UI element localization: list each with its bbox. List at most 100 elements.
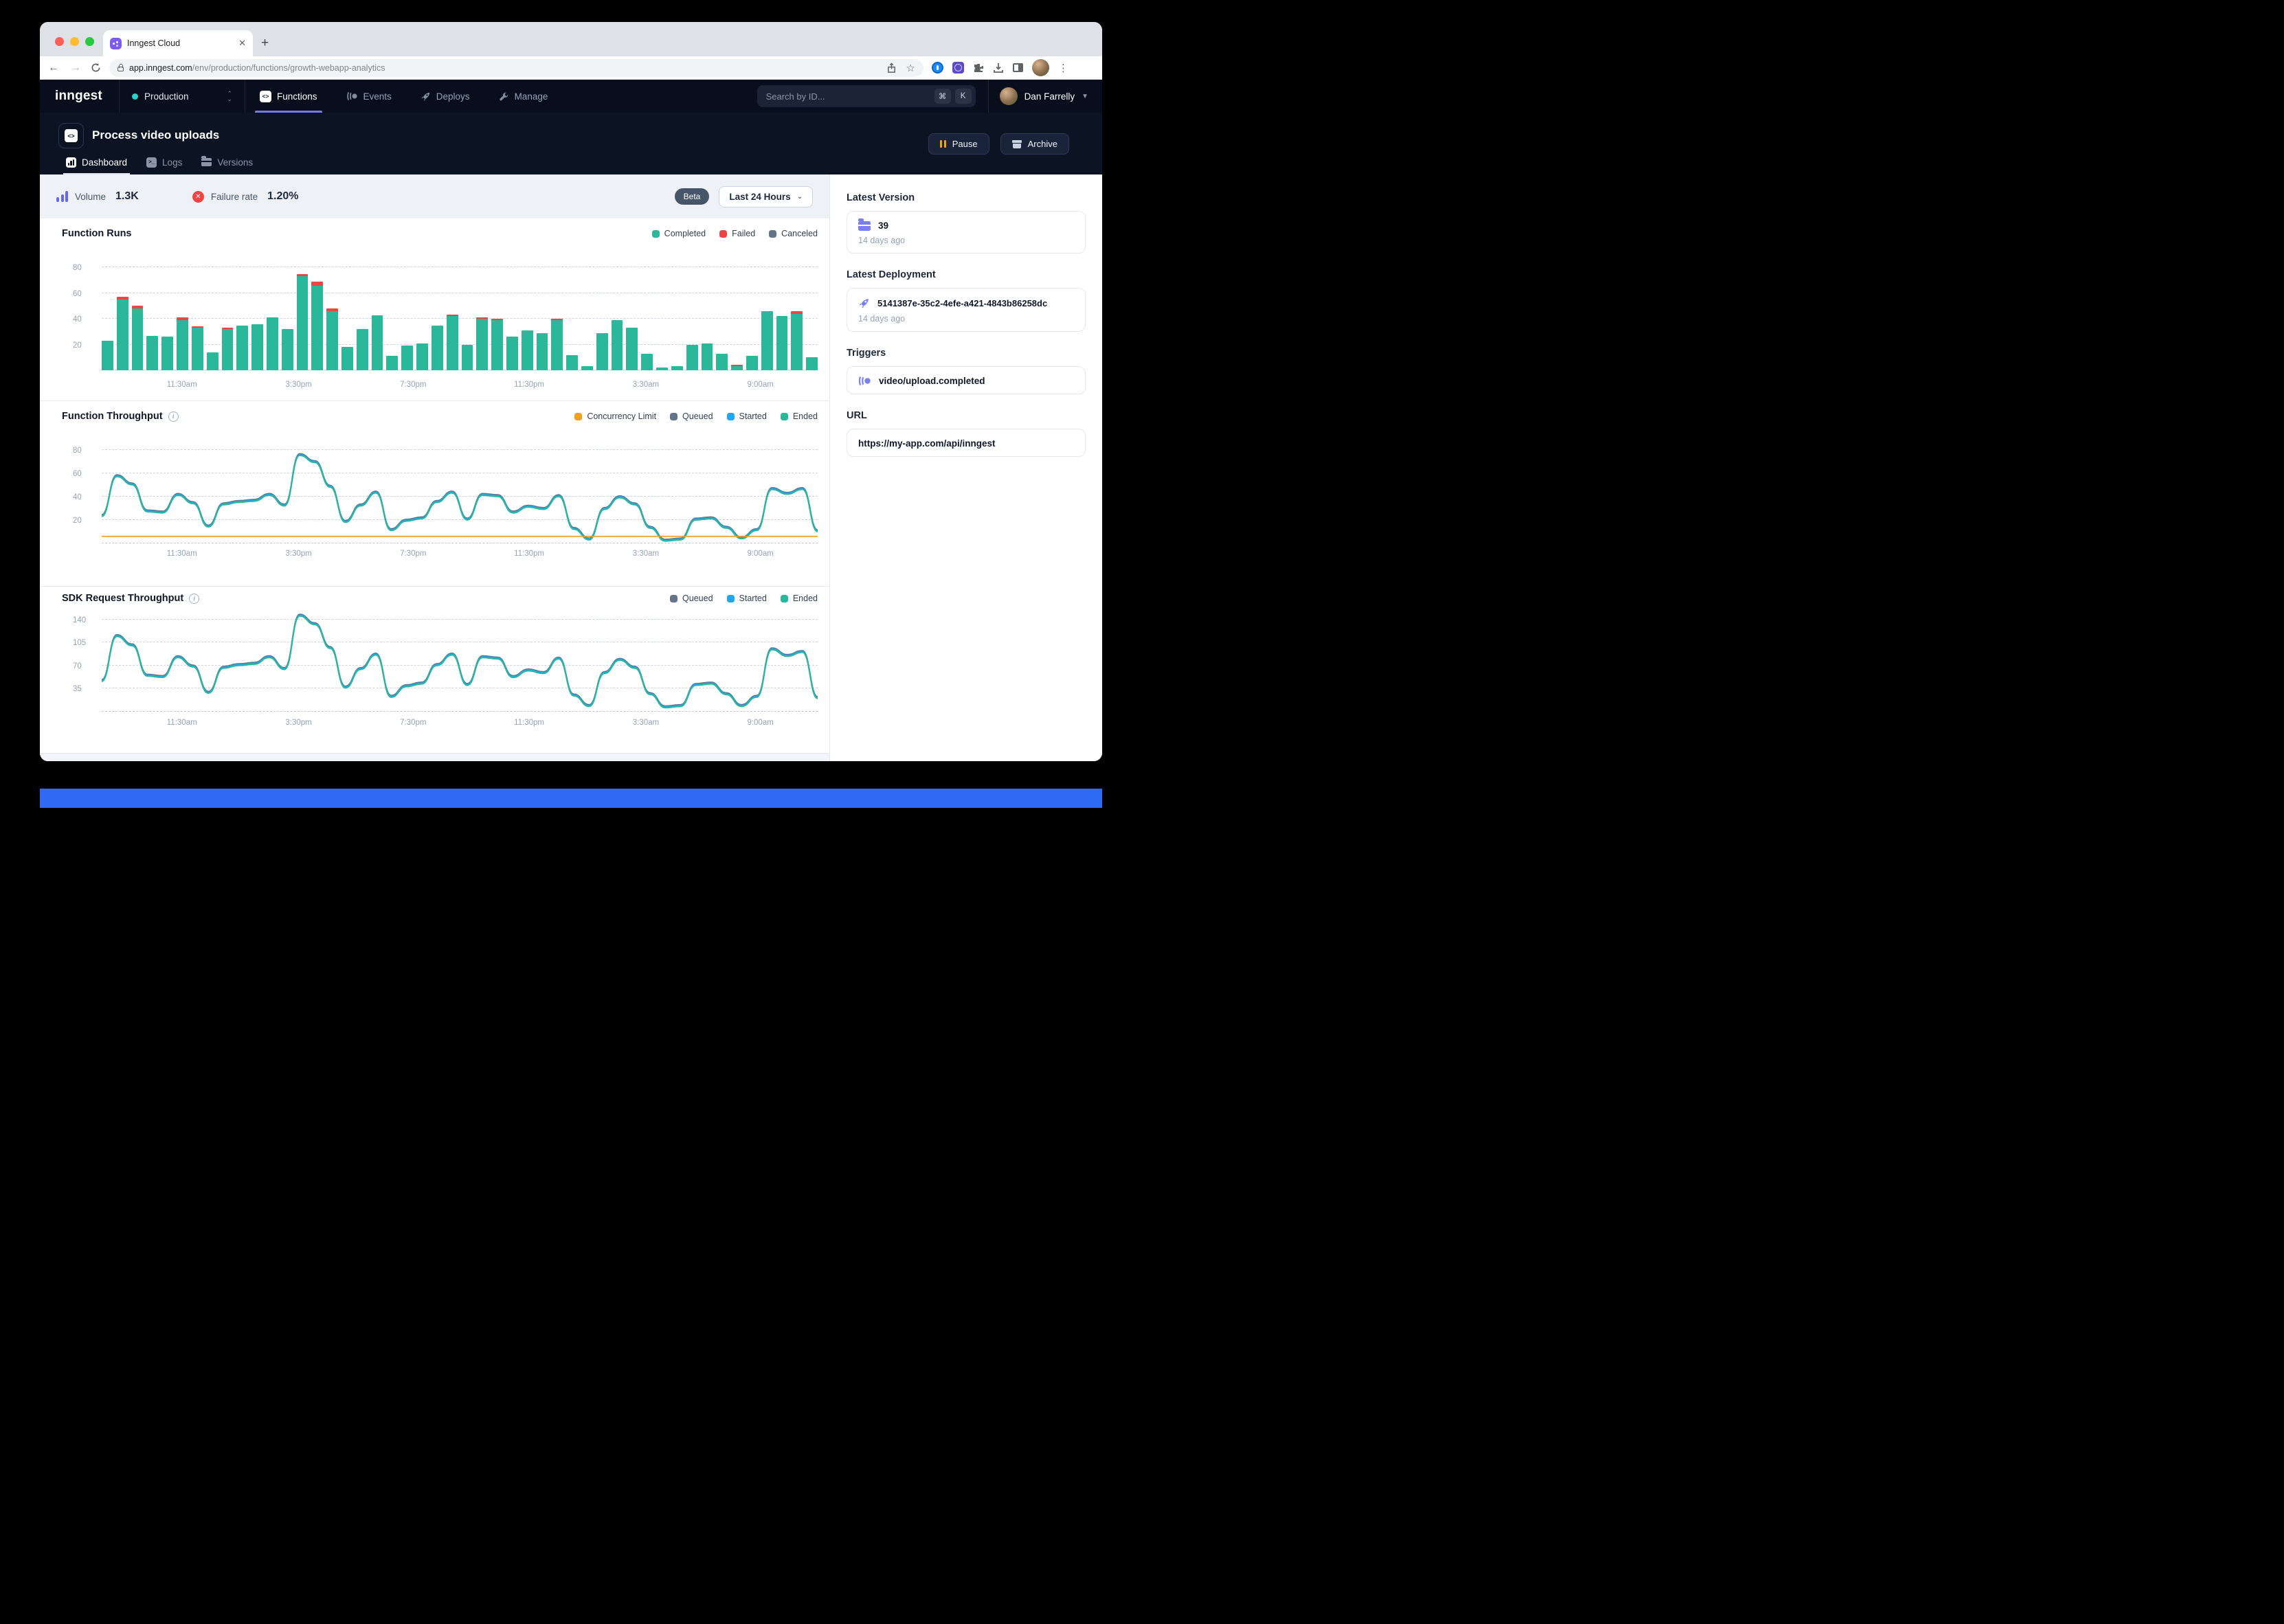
app-url[interactable]: https://my-app.com/api/inngest <box>858 438 996 449</box>
purple-extension-icon[interactable] <box>952 62 964 74</box>
nav-tabs: <> Functions Events Deploys <box>245 80 562 113</box>
run-bar <box>251 324 263 370</box>
x-axis-tick: 7:30pm <box>400 381 426 389</box>
tab-logs[interactable]: >_ Logs <box>137 150 192 174</box>
run-bar <box>476 317 488 370</box>
reload-icon[interactable] <box>91 63 101 73</box>
chart-title: Function Throughput i <box>62 411 179 422</box>
y-axis-tick: 80 <box>73 447 93 455</box>
x-axis-tick: 3:30pm <box>285 719 311 727</box>
puzzle-extensions-icon[interactable] <box>973 63 984 74</box>
details-sidebar: Latest Version 39 14 days ago Latest Dep… <box>829 174 1102 761</box>
x-axis-tick: 3:30am <box>633 719 659 727</box>
nav-item-functions[interactable]: <> Functions <box>245 80 332 113</box>
zoom-window-button[interactable] <box>85 37 94 46</box>
versions-folder-icon <box>201 158 212 166</box>
series-line <box>102 455 818 541</box>
info-icon[interactable]: i <box>168 411 179 422</box>
pause-button[interactable]: Pause <box>928 133 989 155</box>
side-panel-icon[interactable] <box>1013 63 1023 72</box>
forward-icon[interactable]: → <box>69 62 82 74</box>
sdk-request-throughput-card: SDK Request Throughput i QueuedStartedEn… <box>40 586 829 753</box>
share-icon[interactable] <box>886 63 897 74</box>
legend-item[interactable]: Completed <box>652 229 706 238</box>
legend-item[interactable]: Started <box>727 594 767 603</box>
x-axis-tick: 9:00am <box>747 381 773 389</box>
password-manager-icon[interactable] <box>932 62 943 74</box>
x-axis-tick: 11:30pm <box>514 381 544 389</box>
event-trigger-icon <box>858 376 871 386</box>
nav-item-deploys[interactable]: Deploys <box>406 80 484 113</box>
run-bar <box>146 336 158 371</box>
run-bar <box>776 316 788 370</box>
archive-button[interactable]: Archive <box>1000 133 1069 155</box>
run-bar <box>581 366 593 370</box>
tab-close-icon[interactable]: ✕ <box>238 38 246 49</box>
series-line <box>102 616 818 708</box>
legend-item[interactable]: Ended <box>781 594 818 603</box>
bookmark-star-icon[interactable]: ☆ <box>906 62 915 74</box>
user-menu[interactable]: Dan Farrelly ▼ <box>1000 87 1102 105</box>
x-axis-tick: 11:30am <box>167 550 197 558</box>
run-bar <box>282 329 293 370</box>
tab-versions[interactable]: Versions <box>192 150 262 174</box>
y-axis-tick: 105 <box>73 639 93 647</box>
back-icon[interactable]: ← <box>47 62 60 74</box>
browser-menu-icon[interactable]: ⋮ <box>1058 62 1068 74</box>
close-window-button[interactable] <box>55 37 64 46</box>
address-bar[interactable]: app.inngest.com/env/production/functions… <box>109 59 923 77</box>
background-accent-bar <box>40 789 1102 808</box>
legend-item[interactable]: Failed <box>719 229 755 238</box>
info-icon[interactable]: i <box>189 594 199 604</box>
x-axis-tick: 3:30pm <box>285 550 311 558</box>
trigger-event-name[interactable]: video/upload.completed <box>879 376 985 386</box>
deployment-id[interactable]: 5141387e-35c2-4efe-a421-4843b86258dc <box>877 298 1047 308</box>
stats-bar: Volume 1.3K ✕ Failure rate 1.20% Beta La… <box>40 174 829 218</box>
minimize-window-button[interactable] <box>70 37 79 46</box>
desktop-background: Inngest Cloud ✕ + ← → app.inngest.com/en… <box>0 0 1142 812</box>
legend-swatch <box>781 595 788 602</box>
function-header: <> Process video uploads Dashboard >_ Lo… <box>40 113 1102 174</box>
chart-legend: Completed Failed Canceled <box>652 229 818 238</box>
legend-item[interactable]: Queued <box>670 411 713 421</box>
function-throughput-card: Function Throughput i Concurrency Limit Q… <box>40 401 829 586</box>
inngest-logo[interactable]: inngest <box>40 89 119 104</box>
run-bar <box>326 308 338 370</box>
x-axis-labels: 11:30am3:30pm7:30pm11:30pm3:30am9:00am <box>102 381 818 392</box>
nav-item-manage[interactable]: Manage <box>484 80 563 113</box>
tab-dashboard[interactable]: Dashboard <box>56 150 137 174</box>
url-card: https://my-app.com/api/inngest <box>847 429 1086 457</box>
legend-swatch <box>727 595 735 602</box>
run-bar <box>462 345 473 370</box>
new-tab-button[interactable]: + <box>261 36 269 51</box>
legend-item[interactable]: Canceled <box>769 229 818 238</box>
legend-item[interactable]: Started <box>727 411 767 421</box>
legend-item[interactable]: Queued <box>670 594 713 603</box>
latest-version-card: 39 14 days ago <box>847 211 1086 253</box>
y-axis-tick: 40 <box>73 493 93 501</box>
app-navbar: inngest Production ⌃⌄ <> Functions <box>40 80 1102 113</box>
run-bar <box>447 315 458 370</box>
time-range-select[interactable]: Last 24 Hours ⌄ <box>719 186 813 207</box>
line-chart-plot: 3570105140 <box>102 613 818 712</box>
run-bar <box>537 333 548 370</box>
events-icon <box>346 91 358 101</box>
chevron-down-icon: ▼ <box>1082 93 1088 100</box>
run-bar <box>791 311 803 370</box>
run-bar <box>491 319 503 370</box>
run-bar <box>357 329 368 370</box>
beta-badge: Beta <box>675 188 710 205</box>
download-icon[interactable] <box>993 63 1004 74</box>
x-axis-labels: 11:30am3:30pm7:30pm11:30pm3:30am9:00am <box>102 719 818 730</box>
line-chart-plot: 20406080 <box>102 444 818 543</box>
environment-switcher[interactable]: Production ⌃⌄ <box>120 91 245 102</box>
browser-tab[interactable]: Inngest Cloud ✕ <box>103 30 253 56</box>
nav-item-events[interactable]: Events <box>332 80 406 113</box>
legend-item[interactable]: Ended <box>781 411 818 421</box>
archive-icon <box>1012 140 1022 148</box>
browser-profile-avatar[interactable] <box>1032 59 1049 76</box>
search-input[interactable]: Search by ID... ⌘ K <box>757 85 976 107</box>
url-text[interactable]: app.inngest.com/env/production/functions… <box>129 63 881 73</box>
legend-item[interactable]: Concurrency Limit <box>574 411 656 421</box>
run-bar <box>702 343 713 370</box>
